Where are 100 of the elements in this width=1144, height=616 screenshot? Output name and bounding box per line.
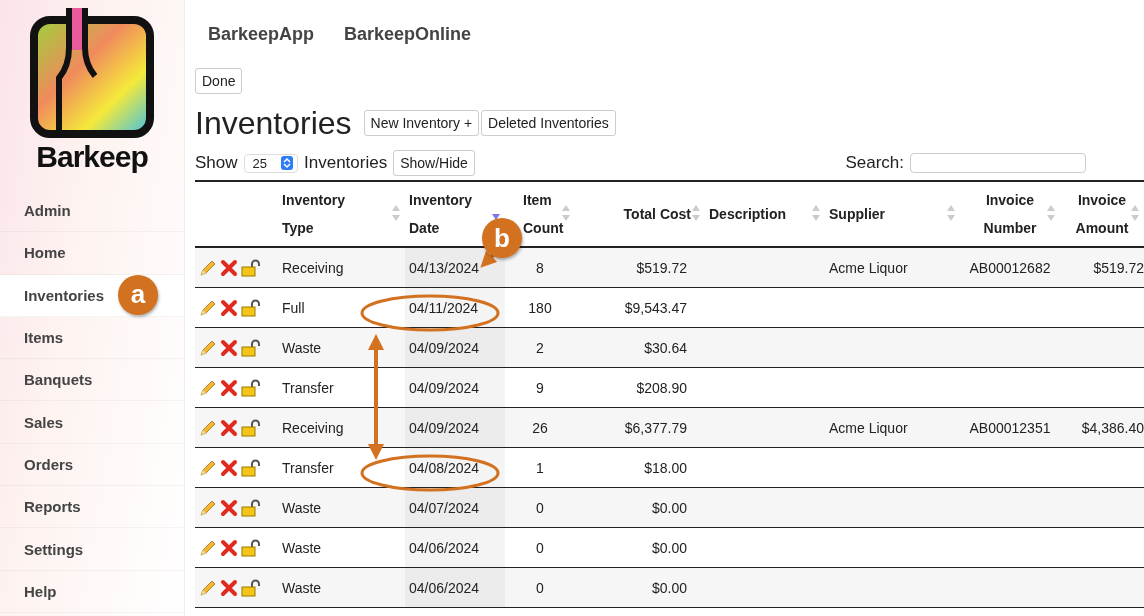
page-title: Inventories bbox=[195, 104, 352, 142]
logo-icon bbox=[29, 8, 155, 138]
pencil-icon[interactable] bbox=[199, 578, 217, 597]
column-header[interactable]: Invoice Amount bbox=[1064, 186, 1140, 242]
sidebar-item[interactable]: Inventories a bbox=[0, 274, 184, 317]
header-button[interactable]: Deleted Inventories bbox=[481, 110, 616, 136]
pencil-icon[interactable] bbox=[199, 418, 217, 437]
table-cell: $0.00 bbox=[575, 567, 705, 608]
callout-badge: a bbox=[118, 274, 158, 315]
unlock-icon[interactable] bbox=[241, 338, 261, 357]
table-cell: 04/06/2024 bbox=[405, 527, 505, 568]
page-size-select[interactable]: 25 bbox=[243, 153, 298, 173]
table-cell: 0 bbox=[505, 487, 575, 528]
sidebar-item[interactable]: Home bbox=[0, 232, 184, 275]
table-cell: 04/09/2024 bbox=[405, 367, 505, 408]
show-label: Show bbox=[195, 153, 238, 173]
table-cell: 2 bbox=[505, 327, 575, 368]
table-cell: $4,386.40 bbox=[1060, 407, 1144, 448]
sidebar-item[interactable]: Help bbox=[0, 570, 184, 613]
column-header[interactable]: Total Cost bbox=[623, 200, 691, 228]
sidebar-item[interactable]: Sales bbox=[0, 401, 184, 444]
table-cell: Waste bbox=[278, 327, 405, 368]
table-cell: $0.00 bbox=[575, 527, 705, 568]
table-cell: 26 bbox=[505, 407, 575, 448]
unlock-icon[interactable] bbox=[241, 538, 261, 557]
pencil-icon[interactable] bbox=[199, 338, 217, 357]
sidebar-item[interactable]: Reports bbox=[0, 486, 184, 529]
delete-icon[interactable] bbox=[220, 258, 238, 277]
search-label: Search: bbox=[845, 153, 904, 173]
sidebar-item[interactable]: Banquets bbox=[0, 359, 184, 402]
delete-icon[interactable] bbox=[220, 538, 238, 557]
table-cell: 9 bbox=[505, 367, 575, 408]
table-cell: $519.72 bbox=[1060, 247, 1144, 288]
delete-icon[interactable] bbox=[220, 458, 238, 477]
column-header[interactable]: Description bbox=[709, 200, 786, 228]
table-cell: $208.90 bbox=[575, 367, 705, 408]
unlock-icon[interactable] bbox=[241, 258, 261, 277]
table-cell: Receiving bbox=[278, 247, 405, 288]
delete-icon[interactable] bbox=[220, 378, 238, 397]
done-button[interactable]: Done bbox=[195, 68, 243, 94]
sidebar-item[interactable]: Settings bbox=[0, 528, 184, 571]
unlock-icon[interactable] bbox=[241, 298, 261, 317]
pencil-icon[interactable] bbox=[199, 458, 217, 477]
pointer-arrow bbox=[480, 248, 500, 268]
pencil-icon[interactable] bbox=[199, 378, 217, 397]
table-cell: $9,543.47 bbox=[575, 287, 705, 328]
column-header[interactable]: Supplier bbox=[829, 200, 885, 228]
pencil-icon[interactable] bbox=[199, 258, 217, 277]
table-cell: Waste bbox=[278, 567, 405, 608]
table-cell: 180 bbox=[505, 287, 575, 328]
stepper-icon[interactable] bbox=[281, 156, 293, 170]
table-cell: $0.00 bbox=[575, 487, 705, 528]
search-field[interactable] bbox=[910, 153, 1086, 173]
nav-link[interactable]: BarkeepApp bbox=[208, 24, 315, 56]
show-hide-button[interactable]: Show/Hide bbox=[393, 150, 475, 176]
delete-icon[interactable] bbox=[220, 418, 238, 437]
table-cell: AB00012351 bbox=[960, 407, 1060, 448]
delete-icon[interactable] bbox=[220, 498, 238, 517]
table-cell: Receiving bbox=[278, 407, 405, 448]
unlock-icon[interactable] bbox=[241, 458, 261, 477]
column-header[interactable]: Item Count bbox=[523, 186, 565, 242]
table-cell: 04/09/2024 bbox=[405, 327, 505, 368]
table-cell: Acme Liquor bbox=[825, 247, 960, 288]
table-cell: 0 bbox=[505, 527, 575, 568]
sidebar-item[interactable]: Orders bbox=[0, 443, 184, 487]
pencil-icon[interactable] bbox=[199, 498, 217, 517]
nav-link[interactable]: BarkeepOnline bbox=[344, 24, 472, 56]
table-cell: 04/07/2024 bbox=[405, 487, 505, 528]
delete-icon[interactable] bbox=[220, 298, 238, 317]
table-cell: Waste bbox=[278, 487, 405, 528]
table-cell: Waste bbox=[278, 527, 405, 568]
unlock-icon[interactable] bbox=[241, 578, 261, 597]
unlock-icon[interactable] bbox=[241, 378, 261, 397]
delete-icon[interactable] bbox=[220, 338, 238, 357]
table-cell: $6,377.79 bbox=[575, 407, 705, 448]
sidebar-item[interactable]: Admin bbox=[0, 190, 184, 233]
sidebar-item[interactable]: Items bbox=[0, 316, 184, 360]
callout-badge: b bbox=[482, 218, 522, 258]
pencil-icon[interactable] bbox=[199, 298, 217, 317]
column-header[interactable]: Invoice Number bbox=[970, 186, 1050, 242]
table-cell: $30.64 bbox=[575, 327, 705, 368]
table-cell: $18.00 bbox=[575, 447, 705, 488]
table-cell: Full bbox=[278, 287, 405, 328]
unlock-icon[interactable] bbox=[241, 418, 261, 437]
table-cell: AB00012682 bbox=[960, 247, 1060, 288]
table-cell: Transfer bbox=[278, 367, 405, 408]
table-cell: Acme Liquor bbox=[825, 407, 960, 448]
header-button[interactable]: New Inventory + bbox=[363, 110, 480, 136]
unlock-icon[interactable] bbox=[241, 498, 261, 517]
show-suffix: Inventories bbox=[304, 153, 388, 173]
table-cell: 04/09/2024 bbox=[405, 407, 505, 448]
table-cell: 8 bbox=[505, 247, 575, 288]
pencil-icon[interactable] bbox=[199, 538, 217, 557]
table-cell: 04/06/2024 bbox=[405, 567, 505, 608]
table-cell: 0 bbox=[505, 567, 575, 608]
table-cell: $519.72 bbox=[575, 247, 705, 288]
delete-icon[interactable] bbox=[220, 578, 238, 597]
column-header[interactable]: Inventory Type bbox=[282, 186, 362, 242]
table-cell: 1 bbox=[505, 447, 575, 488]
logo-text: Barkeep bbox=[36, 140, 148, 174]
